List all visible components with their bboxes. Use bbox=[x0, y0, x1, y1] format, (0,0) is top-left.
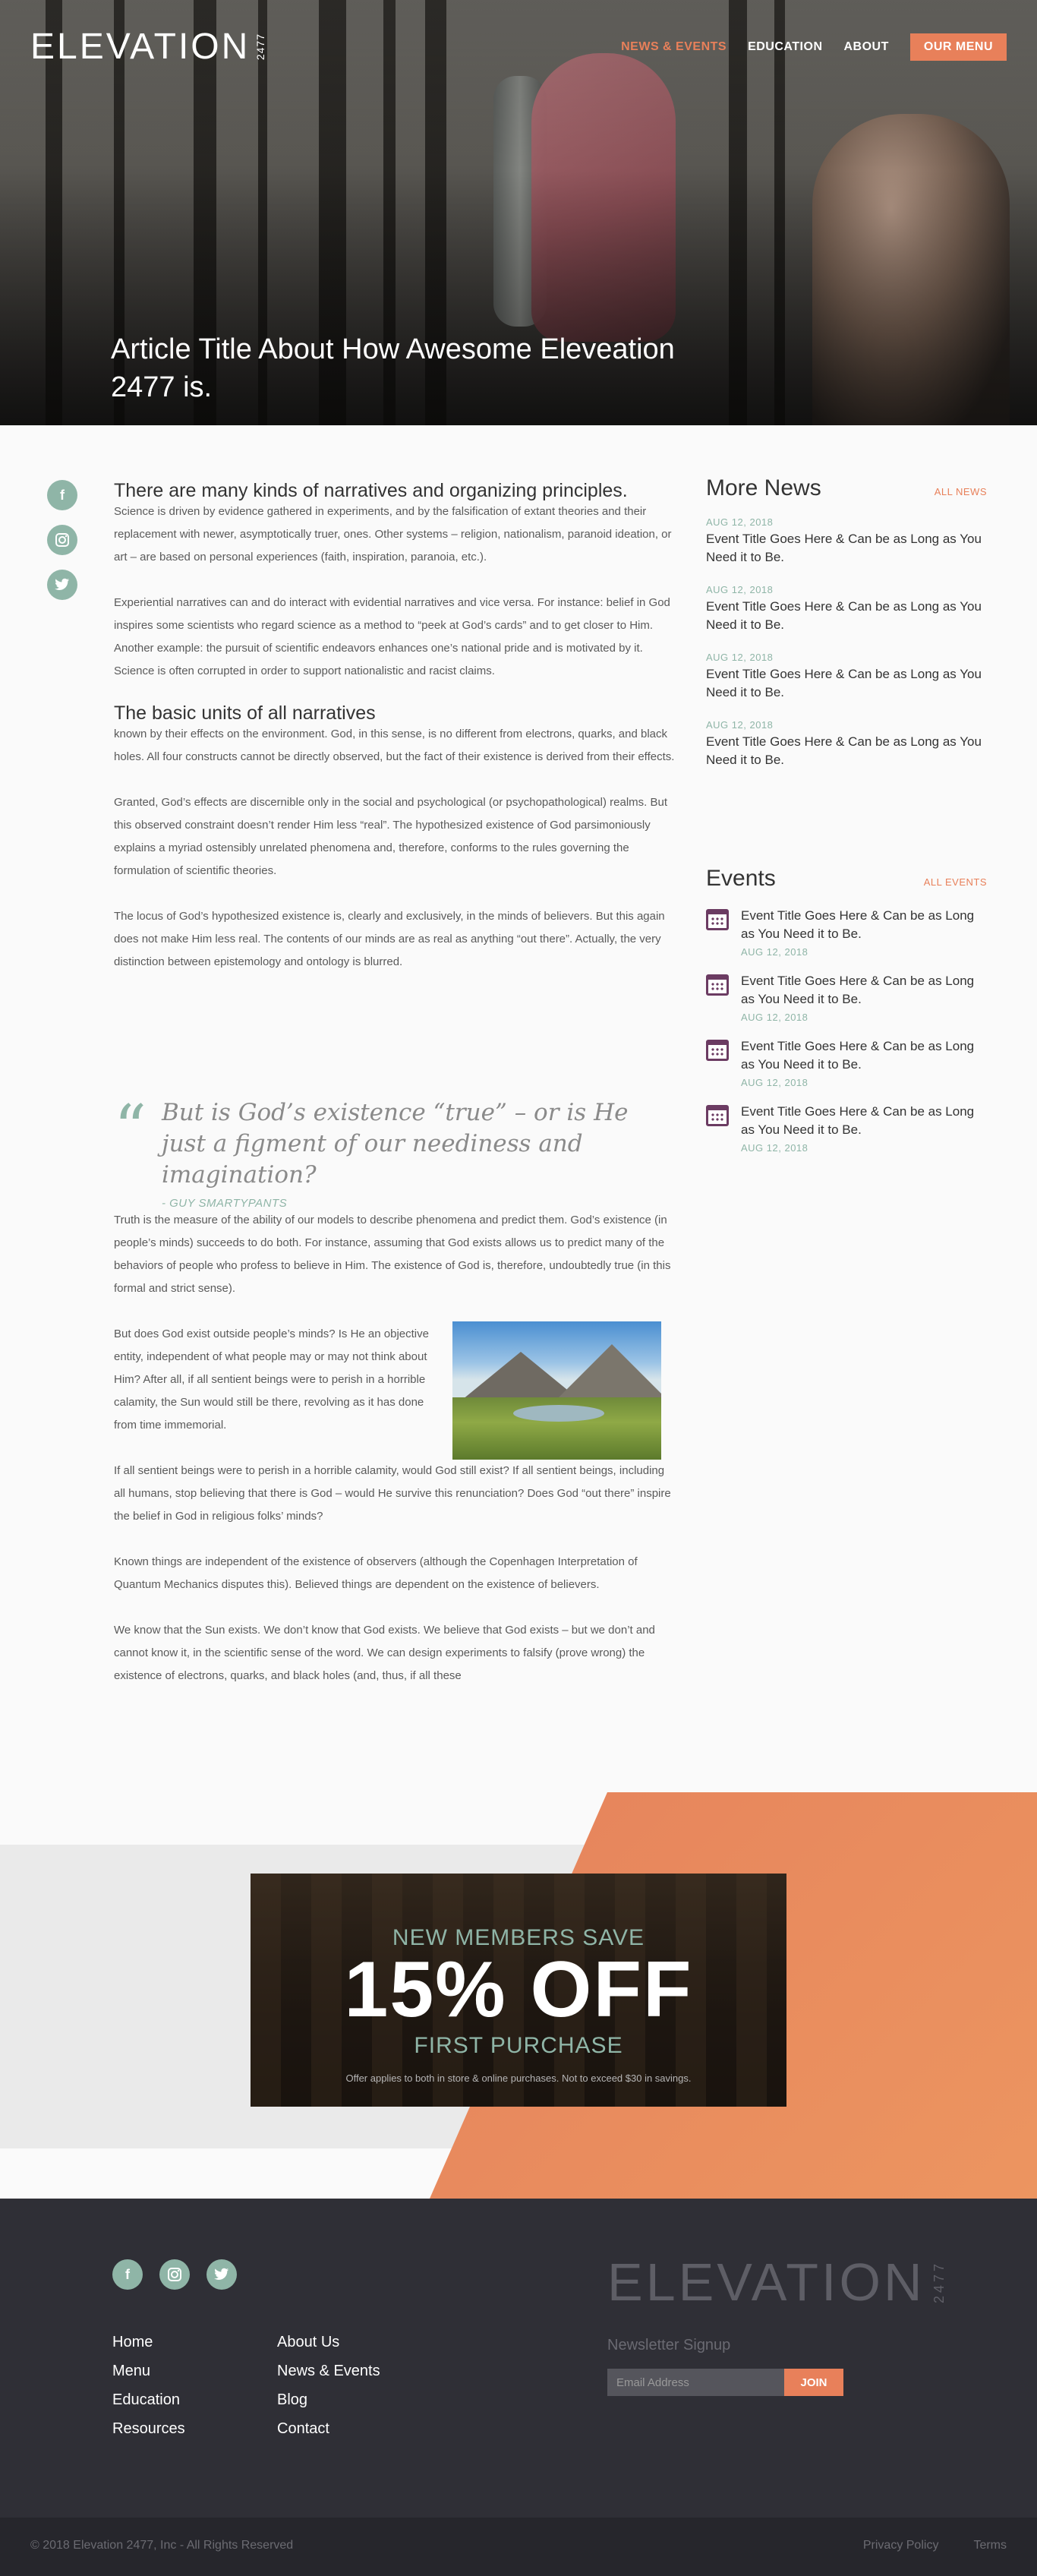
article-title: Article Title About How Awesome Eleveati… bbox=[111, 333, 675, 403]
event-item[interactable]: Event Title Goes Here & Can be as Long a… bbox=[706, 1037, 987, 1088]
newsletter-form: JOIN bbox=[607, 2369, 843, 2396]
facebook-icon[interactable]: f bbox=[47, 480, 77, 510]
footer-link-blog[interactable]: Blog bbox=[277, 2391, 442, 2409]
paragraph: We know that the Sun exists. We don’t kn… bbox=[114, 1624, 655, 1682]
section-heading: There are many kinds of narratives and o… bbox=[114, 480, 628, 501]
paragraph: Science is driven by evidence gathered i… bbox=[114, 505, 672, 564]
event-item[interactable]: Event Title Goes Here & Can be as Long a… bbox=[706, 907, 987, 958]
top-navigation: NEWS & EVENTS EDUCATION ABOUT OUR MENU bbox=[621, 33, 1007, 61]
footer-navigation: Home Menu Education Resources About Us N… bbox=[112, 2334, 442, 2449]
news-item[interactable]: AUG 12, 2018 Event Title Goes Here & Can… bbox=[706, 719, 987, 769]
news-title: Event Title Goes Here & Can be as Long a… bbox=[706, 599, 982, 632]
event-date: AUG 12, 2018 bbox=[741, 946, 808, 958]
news-item[interactable]: AUG 12, 2018 Event Title Goes Here & Can… bbox=[706, 652, 987, 702]
event-title: Event Title Goes Here & Can be as Long a… bbox=[741, 1039, 975, 1072]
calendar-icon bbox=[706, 1105, 729, 1126]
paragraph: The locus of God’s hypothesized existenc… bbox=[114, 910, 665, 968]
nav-education[interactable]: EDUCATION bbox=[748, 40, 822, 54]
event-date: AUG 12, 2018 bbox=[741, 1142, 808, 1154]
events-heading: Events bbox=[706, 866, 776, 891]
paragraph: Experiential narratives can and do inter… bbox=[114, 596, 670, 677]
footer-link-home[interactable]: Home bbox=[112, 2334, 277, 2351]
footer-logo-number: 2477 bbox=[931, 2260, 947, 2304]
news-date: AUG 12, 2018 bbox=[706, 584, 774, 595]
social-share-bar: f bbox=[47, 480, 77, 600]
paragraph: Granted, God’s effects are discernible o… bbox=[114, 796, 668, 877]
news-title: Event Title Goes Here & Can be as Long a… bbox=[706, 734, 982, 767]
pull-quote: “ But is God’s existence “true” – or is … bbox=[114, 1097, 676, 1210]
quote-mark-icon: “ bbox=[114, 1091, 147, 1166]
news-item[interactable]: AUG 12, 2018 Event Title Goes Here & Can… bbox=[706, 516, 987, 567]
promo-banner[interactable]: NEW MEMBERS SAVE 15% OFF FIRST PURCHASE … bbox=[251, 1874, 786, 2107]
all-news-link[interactable]: ALL NEWS bbox=[935, 486, 987, 497]
section-heading: The basic units of all narratives bbox=[114, 702, 376, 724]
facebook-icon[interactable]: f bbox=[112, 2259, 143, 2290]
instagram-icon[interactable] bbox=[47, 525, 77, 555]
event-title: Event Title Goes Here & Can be as Long a… bbox=[741, 1104, 975, 1137]
footer-column: About Us News & Events Blog Contact bbox=[277, 2334, 442, 2449]
event-title: Event Title Goes Here & Can be as Long a… bbox=[741, 974, 975, 1006]
event-item[interactable]: Event Title Goes Here & Can be as Long a… bbox=[706, 1103, 987, 1154]
nav-about[interactable]: ABOUT bbox=[844, 40, 889, 54]
newsletter-join-button[interactable]: JOIN bbox=[784, 2369, 843, 2396]
more-news-heading: More News bbox=[706, 475, 821, 500]
logo-text: ELEVATION bbox=[30, 27, 251, 67]
news-date: AUG 12, 2018 bbox=[706, 652, 774, 663]
our-menu-button[interactable]: OUR MENU bbox=[909, 33, 1007, 61]
footer-link-news-events[interactable]: News & Events bbox=[277, 2363, 442, 2380]
more-news-sidebar: More News ALL NEWS AUG 12, 2018 Event Ti… bbox=[706, 475, 987, 787]
promo-fine-print: Offer applies to both in store & online … bbox=[345, 2072, 692, 2084]
quote-text: But is God’s existence “true” – or is He… bbox=[161, 1099, 629, 1189]
paragraph: If all sentient beings were to perish in… bbox=[114, 1464, 671, 1523]
instagram-icon[interactable] bbox=[159, 2259, 190, 2290]
footer-link-about-us[interactable]: About Us bbox=[277, 2334, 442, 2351]
newsletter-label: Newsletter Signup bbox=[607, 2337, 731, 2353]
site-footer: f Home Menu Education Resources About Us… bbox=[0, 2199, 1037, 2518]
site-logo[interactable]: ELEVATION 2477 bbox=[30, 26, 266, 68]
nav-news-events[interactable]: NEWS & EVENTS bbox=[621, 40, 727, 54]
event-date: AUG 12, 2018 bbox=[741, 1012, 808, 1023]
event-date: AUG 12, 2018 bbox=[741, 1077, 808, 1088]
all-events-link[interactable]: ALL EVENTS bbox=[924, 876, 987, 888]
footer-logo-text: ELEVATION bbox=[607, 2252, 925, 2312]
terms-link[interactable]: Terms bbox=[973, 2539, 1007, 2552]
promo-discount: 15% OFF bbox=[344, 1946, 693, 2034]
logo-number: 2477 bbox=[254, 33, 267, 61]
calendar-icon bbox=[706, 909, 729, 930]
event-title: Event Title Goes Here & Can be as Long a… bbox=[741, 908, 975, 941]
bottom-bar: © 2018 Elevation 2477, Inc - All Rights … bbox=[0, 2518, 1037, 2576]
news-title: Event Title Goes Here & Can be as Long a… bbox=[706, 667, 982, 699]
footer-link-contact[interactable]: Contact bbox=[277, 2420, 442, 2438]
privacy-policy-link[interactable]: Privacy Policy bbox=[863, 2539, 939, 2552]
event-item[interactable]: Event Title Goes Here & Can be as Long a… bbox=[706, 972, 987, 1023]
calendar-icon bbox=[706, 974, 729, 996]
news-item[interactable]: AUG 12, 2018 Event Title Goes Here & Can… bbox=[706, 584, 987, 634]
news-date: AUG 12, 2018 bbox=[706, 719, 774, 731]
footer-link-menu[interactable]: Menu bbox=[112, 2363, 277, 2380]
article-body: There are many kinds of narratives and o… bbox=[114, 480, 676, 996]
paragraph: Truth is the measure of the ability of o… bbox=[114, 1214, 671, 1295]
events-sidebar: Events ALL EVENTS Event Title Goes Here … bbox=[706, 866, 987, 1168]
quote-author: - GUY SMARTYPANTS bbox=[161, 1197, 288, 1210]
paragraph: Known things are independent of the exis… bbox=[114, 1555, 638, 1591]
copyright-text: © 2018 Elevation 2477, Inc - All Rights … bbox=[30, 2539, 294, 2552]
footer-logo[interactable]: ELEVATION 2477 bbox=[607, 2252, 947, 2312]
mountain-valley-image bbox=[452, 1321, 661, 1460]
footer-link-education[interactable]: Education bbox=[112, 2391, 277, 2409]
footer-social-links: f bbox=[112, 2259, 237, 2290]
paragraph: known by their effects on the environmen… bbox=[114, 728, 675, 763]
calendar-icon bbox=[706, 1040, 729, 1061]
news-date: AUG 12, 2018 bbox=[706, 516, 774, 528]
twitter-icon[interactable] bbox=[47, 570, 77, 600]
footer-link-resources[interactable]: Resources bbox=[112, 2420, 277, 2438]
promo-subline: FIRST PURCHASE bbox=[414, 2033, 623, 2058]
legal-links: Privacy Policy Terms bbox=[863, 2539, 1007, 2552]
paragraph: But does God exist outside people’s mind… bbox=[114, 1327, 429, 1432]
hero-banner: ELEVATION 2477 NEWS & EVENTS EDUCATION A… bbox=[0, 0, 1037, 425]
newsletter-email-input[interactable] bbox=[607, 2369, 784, 2396]
article-body-continued: Truth is the measure of the ability of o… bbox=[114, 1209, 676, 1710]
twitter-icon[interactable] bbox=[206, 2259, 237, 2290]
news-title: Event Title Goes Here & Can be as Long a… bbox=[706, 532, 982, 564]
footer-column: Home Menu Education Resources bbox=[112, 2334, 277, 2449]
